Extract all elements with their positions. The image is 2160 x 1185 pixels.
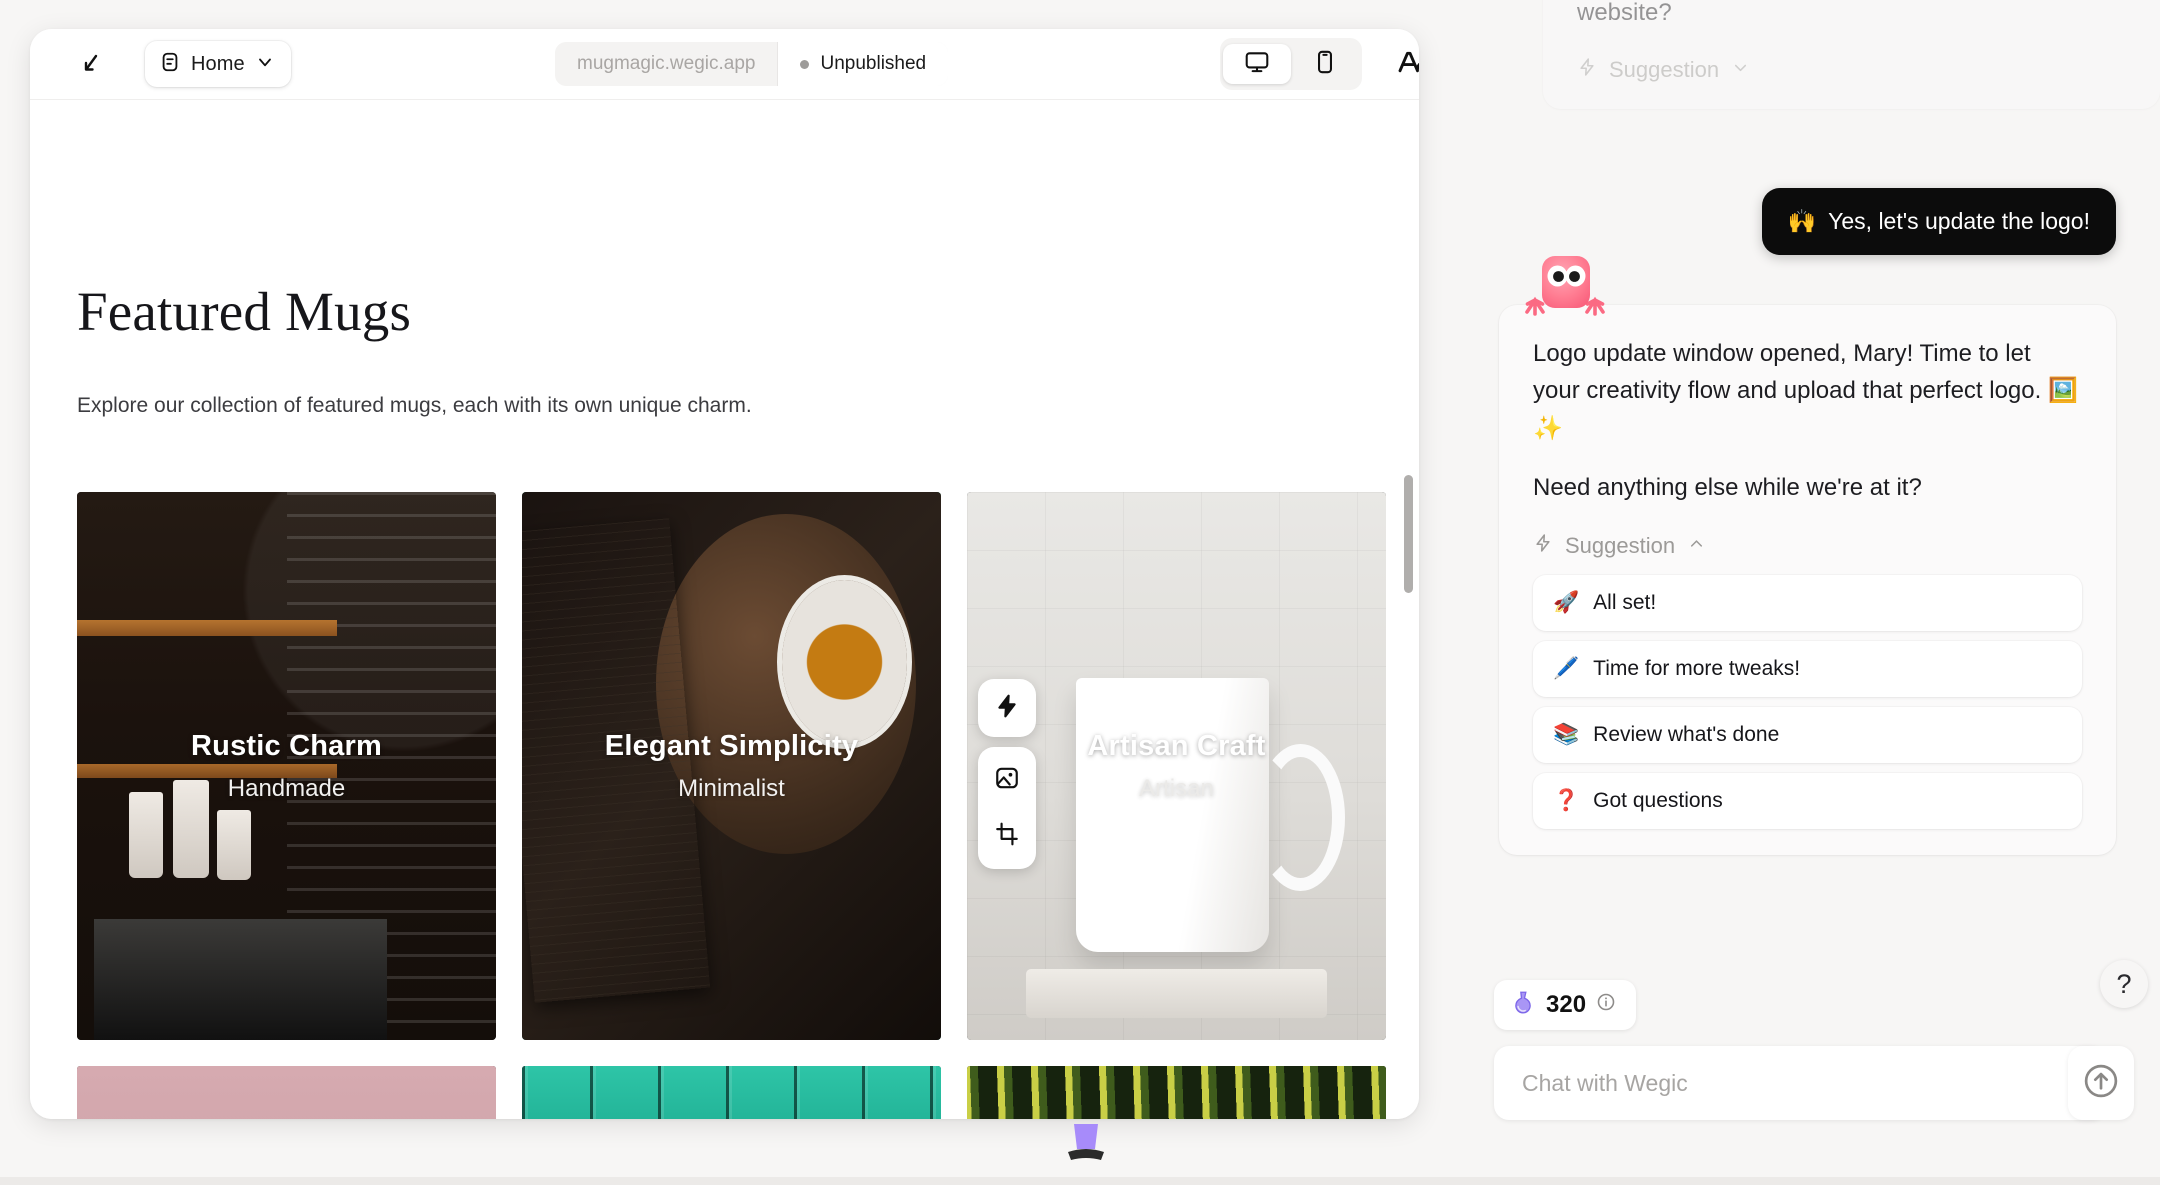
card-image-book-tea [522,492,941,1040]
chevron-down-icon [1731,57,1750,83]
element-toolbar-group [978,747,1036,869]
chat-message-assistant: Logo update window opened, Mary! Time to… [1499,305,2116,855]
replace-image-button[interactable] [978,753,1036,807]
publish-status-label: Unpublished [820,53,927,74]
card-image-grass [967,1066,1386,1119]
page-selector[interactable]: Home [145,41,291,87]
font-color-icon [1395,47,1419,82]
chat-composer[interactable] [1494,1046,2106,1120]
assistant-paragraph-1: Logo update window opened, Mary! Time to… [1533,340,2078,442]
app-root: Home mugmagic.wegic.app Unpublished Feat… [0,0,2160,1185]
url-status-group: mugmagic.wegic.app Unpublished [555,42,949,86]
chevron-up-icon [1687,533,1706,559]
question-emoji-icon: ❓ [1553,789,1580,813]
crop-image-button[interactable] [978,809,1036,863]
lightning-bolt-icon [1533,533,1553,559]
phone-icon [1312,49,1338,80]
info-icon[interactable] [1596,992,1616,1018]
assistant-paragraph-2: Need anything else while we're at it? [1533,474,1922,502]
help-button[interactable]: ? [2100,960,2148,1008]
arrow-up-circle-icon [2082,1062,2120,1105]
website-preview: Featured Mugs Explore our collection of … [30,100,1419,1119]
image-icon [994,765,1020,796]
page-subtitle: Explore our collection of featured mugs,… [77,394,752,417]
expand-arrow-icon[interactable] [75,47,109,81]
suggestion-item-label: Time for more tweaks! [1593,656,1801,680]
canvas-scrollbar-thumb[interactable] [1404,475,1413,593]
document-icon [159,51,181,78]
chat-message-list[interactable]: website? Suggestion 🙌 Yes, let's update … [1455,0,2160,960]
user-message-text: Yes, let's update the logo! [1828,208,2090,234]
credits-badge[interactable]: 320 [1494,980,1637,1030]
assistant-avatar [1525,250,1607,322]
page-cursor-indicator [1060,1122,1112,1168]
previous-suggestion-label: Suggestion [1609,57,1720,83]
mug-card-row2-2[interactable] [522,1066,941,1119]
card-image-pink [77,1066,496,1119]
raising-hands-emoji-icon: 🙌 [1787,208,1817,234]
theme-font-button[interactable] [1390,44,1419,84]
card-row-1: Rustic Charm Handmade Elegant Simplicity… [77,492,1387,1040]
suggestion-item-all-set[interactable]: 🚀 All set! [1533,574,2082,631]
chat-input[interactable] [1520,1068,2080,1098]
card-image-coffee-shop [77,492,496,1040]
ai-edit-button[interactable] [978,679,1036,737]
viewport-desktop-button[interactable] [1223,44,1291,84]
status-dot-icon [800,59,810,69]
books-emoji-icon: 📚 [1553,723,1580,747]
monitor-icon [1244,49,1270,80]
chat-message-previous: website? Suggestion [1543,0,2160,110]
viewport-mobile-button[interactable] [1291,44,1359,84]
mug-card-row2-1[interactable] [77,1066,496,1119]
send-message-button[interactable] [2068,1046,2134,1120]
page-title: Featured Mugs [77,281,412,342]
site-url[interactable]: mugmagic.wegic.app [555,42,779,86]
suggestion-toggle[interactable]: Suggestion [1533,533,2082,559]
suggestion-label: Suggestion [1565,532,1676,558]
suggestion-item-label: All set! [1593,590,1657,614]
chat-message-assistant-block: Logo update window opened, Mary! Time to… [1455,305,2160,855]
mug-card-rustic-charm[interactable]: Rustic Charm Handmade [77,492,496,1040]
suggestion-item-got-questions[interactable]: ❓ Got questions [1533,772,2082,829]
bottom-strip [0,1177,2160,1185]
mug-card-elegant-simplicity[interactable]: Elegant Simplicity Minimalist [522,492,941,1040]
card-row-2 [77,1066,1387,1119]
previous-message-text: website? [1577,0,1672,26]
viewport-toggle [1220,38,1362,90]
suggestion-item-label: Review what's done [1593,722,1780,746]
crop-icon [994,821,1020,852]
editor-canvas-shell: Home mugmagic.wegic.app Unpublished Feat… [30,29,1419,1119]
suggestion-item-review[interactable]: 📚 Review what's done [1533,706,2082,763]
editor-toolbar: Home mugmagic.wegic.app Unpublished [30,29,1419,100]
mug-card-row2-3[interactable] [967,1066,1386,1119]
suggestion-item-label: Got questions [1593,788,1723,812]
mug-card-grid: Rustic Charm Handmade Elegant Simplicity… [77,492,1387,1119]
publish-status[interactable]: Unpublished [778,42,949,86]
rocket-emoji-icon: 🚀 [1553,591,1580,615]
suggestion-item-more-tweaks[interactable]: 🖊️ Time for more tweaks! [1533,640,2082,697]
element-toolbar [978,679,1036,869]
chat-message-user: 🙌 Yes, let's update the logo! [1761,188,2116,255]
lightning-bolt-icon [994,693,1020,724]
chevron-down-icon [255,52,275,77]
page-selector-label: Home [191,52,245,75]
lightning-bolt-icon [1577,57,1597,83]
pen-emoji-icon: 🖊️ [1553,657,1580,681]
suggestion-list: 🚀 All set! 🖊️ Time for more tweaks! 📚 Re… [1533,574,2082,829]
previous-suggestion-toggle[interactable]: Suggestion [1577,57,2126,83]
card-image-teal-wood [522,1066,941,1119]
credits-value: 320 [1546,991,1587,1018]
potion-icon [1510,989,1536,1022]
